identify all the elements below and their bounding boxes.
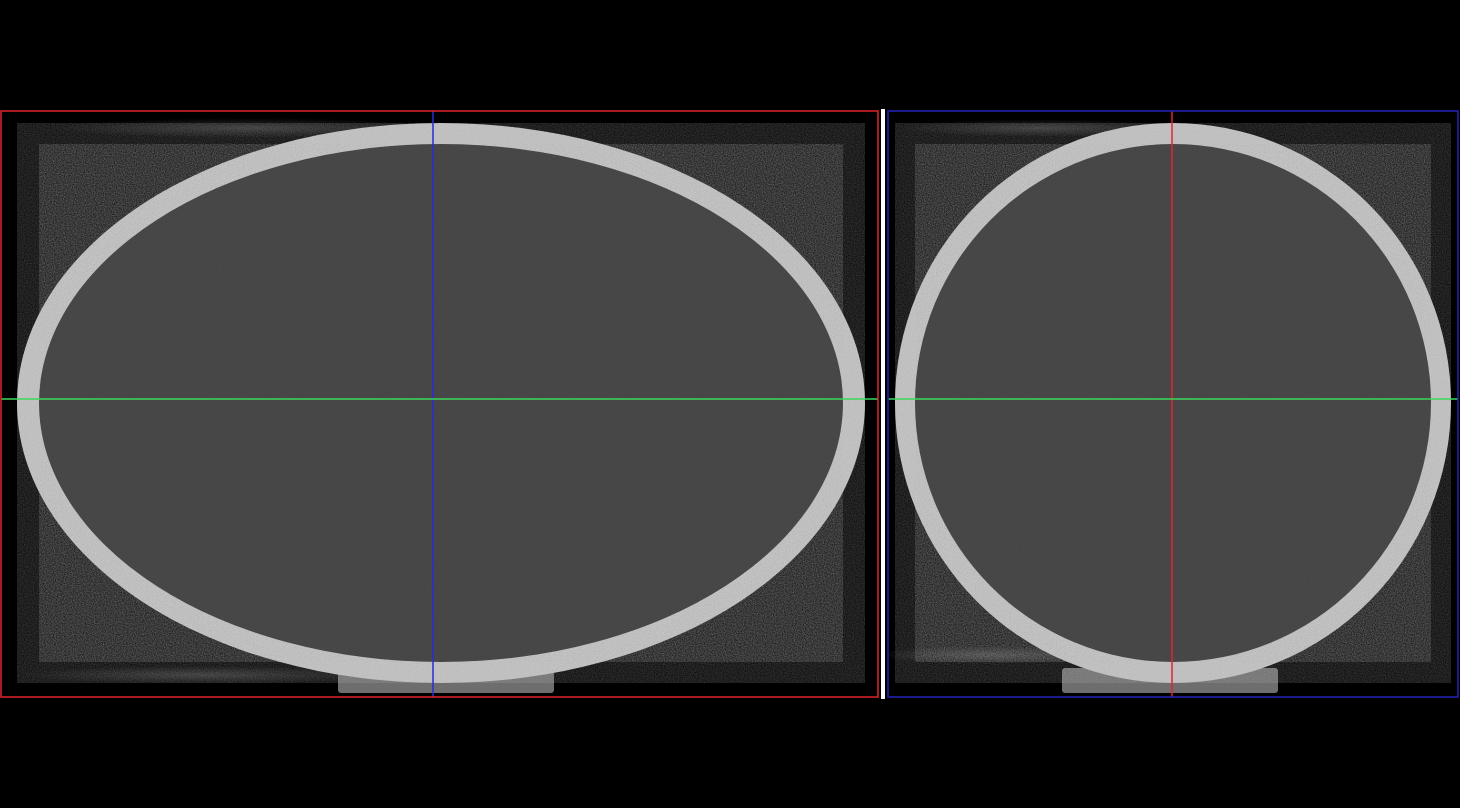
view-divider[interactable] (881, 109, 885, 699)
right-egg-interior (915, 144, 1431, 662)
ct-slice-viewer (0, 0, 1460, 808)
left-egg-interior (39, 144, 843, 662)
